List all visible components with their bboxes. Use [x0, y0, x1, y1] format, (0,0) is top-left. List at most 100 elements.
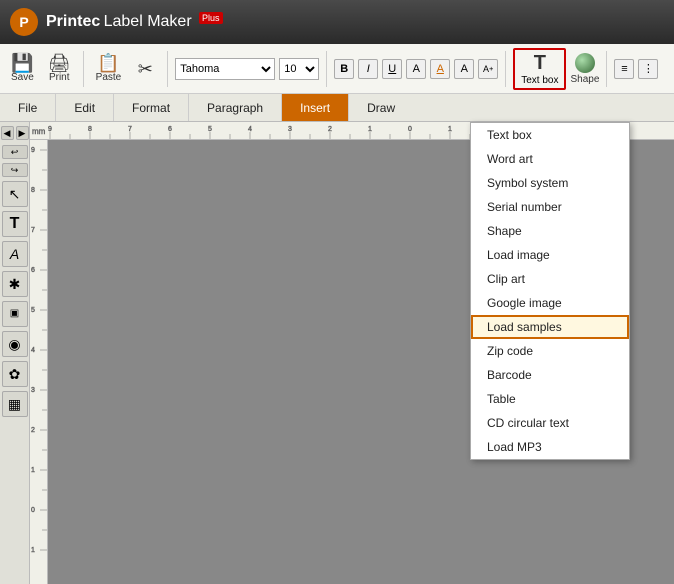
align-center-button[interactable]: ⋮ [638, 59, 658, 79]
menu-zip-code[interactable]: Zip code [471, 339, 629, 363]
toolbar: 💾 Save 🖨 Print 📋 Paste ✂ Tahoma 10 B I U… [0, 44, 674, 94]
undo-button[interactable]: ↩ [2, 145, 28, 159]
menu-load-mp3[interactable]: Load MP3 [471, 435, 629, 459]
svg-text:3: 3 [31, 387, 35, 394]
font-size-select[interactable]: 10 [279, 58, 319, 80]
bold-button[interactable]: B [334, 59, 354, 79]
svg-text:0: 0 [31, 507, 35, 514]
menu-draw[interactable]: Draw [349, 94, 413, 121]
menu-edit[interactable]: Edit [56, 94, 114, 121]
sep-3 [326, 51, 327, 87]
app-logo: P [10, 8, 38, 36]
svg-text:5: 5 [31, 307, 35, 314]
paste-button[interactable]: 📋 Paste [91, 51, 127, 86]
app-title: Printec Label Maker Plus [46, 13, 223, 31]
menu-insert[interactable]: Insert [282, 94, 349, 121]
svg-text:1: 1 [31, 547, 35, 554]
svg-text:6: 6 [168, 126, 172, 133]
sep-1 [83, 51, 84, 87]
menu-paragraph[interactable]: Paragraph [189, 94, 282, 121]
logo-letter: P [19, 14, 28, 30]
left-toolbar: ◀ ▶ ↩ ↪ ↖ T A ✱ ▣ ◉ ✿ ▦ [0, 122, 30, 584]
nav-right-button[interactable]: ▶ [16, 126, 29, 140]
text-box-button[interactable]: T Text box [513, 48, 566, 90]
paste-icon: 📋 [97, 54, 119, 72]
cut-button[interactable]: ✂ [130, 57, 160, 81]
align-left-button[interactable]: ≡ [614, 59, 634, 79]
title-bar: P Printec Label Maker Plus [0, 0, 674, 44]
svg-text:6: 6 [31, 267, 35, 274]
nav-row: ◀ ▶ [1, 126, 29, 140]
textbox-label: Text box [521, 75, 558, 86]
svg-text:7: 7 [31, 227, 35, 234]
svg-text:mm: mm [32, 127, 46, 136]
menu-format[interactable]: Format [114, 94, 189, 121]
svg-text:8: 8 [31, 187, 35, 194]
menu-text-box[interactable]: Text box [471, 123, 629, 147]
paste-label: Paste [96, 72, 122, 83]
save-label: Save [11, 72, 34, 83]
strikethrough-button[interactable]: A [454, 59, 474, 79]
superscript-button[interactable]: A+ [478, 59, 498, 79]
sep-2 [167, 51, 168, 87]
symbol-tool[interactable]: ✱ [2, 271, 28, 297]
text-tool[interactable]: T [2, 211, 28, 237]
svg-text:1: 1 [448, 126, 452, 133]
sep-5 [606, 51, 607, 87]
menu-file[interactable]: File [0, 94, 56, 121]
insert-dropdown-menu: Text box Word art Symbol system Serial n… [470, 122, 630, 460]
menu-shape[interactable]: Shape [471, 219, 629, 243]
print-button[interactable]: 🖨 Print [43, 51, 76, 86]
svg-text:1: 1 [368, 126, 372, 133]
left-ruler: 9 8 7 6 5 4 3 2 [30, 140, 48, 584]
svg-text:0: 0 [408, 126, 412, 133]
menu-clip-art[interactable]: Clip art [471, 267, 629, 291]
menu-serial-number[interactable]: Serial number [471, 195, 629, 219]
select-tool[interactable]: ↖ [2, 181, 28, 207]
save-button[interactable]: 💾 Save [6, 51, 39, 86]
menu-word-art[interactable]: Word art [471, 147, 629, 171]
image-tool[interactable]: ✿ [2, 361, 28, 387]
barcode-tool[interactable]: ▣ [2, 301, 28, 327]
svg-text:4: 4 [248, 126, 252, 133]
svg-text:7: 7 [128, 126, 132, 133]
svg-text:5: 5 [208, 126, 212, 133]
menu-cd-circular[interactable]: CD circular text [471, 411, 629, 435]
shape-icon [575, 53, 595, 73]
shape-button[interactable]: Shape [570, 53, 599, 85]
menu-symbol-system[interactable]: Symbol system [471, 171, 629, 195]
font-color-button[interactable]: A [406, 59, 426, 79]
text-box-icon: T [534, 52, 546, 75]
nav-left-button[interactable]: ◀ [1, 126, 14, 140]
underline-button[interactable]: U [382, 59, 402, 79]
svg-text:2: 2 [328, 126, 332, 133]
highlight-button[interactable]: A [430, 59, 450, 79]
table-tool[interactable]: ▦ [2, 391, 28, 417]
svg-text:2: 2 [31, 427, 35, 434]
font-select[interactable]: Tahoma [175, 58, 275, 80]
menu-load-image[interactable]: Load image [471, 243, 629, 267]
menu-barcode[interactable]: Barcode [471, 363, 629, 387]
main-area: ◀ ▶ ↩ ↪ ↖ T A ✱ ▣ ◉ ✿ ▦ mm 9 8 [0, 122, 674, 584]
menu-load-samples[interactable]: Load samples [471, 315, 629, 339]
sep-4 [505, 51, 506, 87]
svg-text:9: 9 [48, 126, 52, 133]
print-label: Print [49, 72, 70, 83]
plus-badge: Plus [199, 12, 223, 24]
app-title-bold: Printec [46, 13, 100, 30]
svg-text:8: 8 [88, 126, 92, 133]
app-title-normal: Label Maker [104, 13, 192, 30]
menu-table[interactable]: Table [471, 387, 629, 411]
svg-text:9: 9 [31, 147, 35, 154]
text-a-tool[interactable]: A [2, 241, 28, 267]
shape-tool[interactable]: ◉ [2, 331, 28, 357]
redo-button[interactable]: ↪ [2, 163, 28, 177]
scissors-icon: ✂ [138, 60, 153, 78]
shape-label: Shape [570, 74, 599, 85]
print-icon: 🖨 [48, 54, 71, 72]
menu-google-image[interactable]: Google image [471, 291, 629, 315]
menu-bar: File Edit Format Paragraph Insert Draw [0, 94, 674, 122]
save-icon: 💾 [11, 54, 33, 72]
italic-button[interactable]: I [358, 59, 378, 79]
svg-text:4: 4 [31, 347, 35, 354]
